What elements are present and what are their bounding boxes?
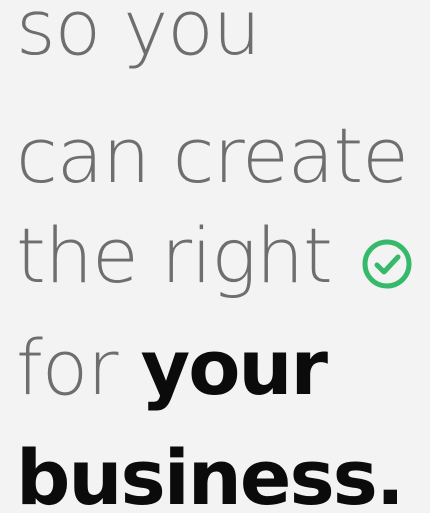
headline-line-2: can create [16, 111, 409, 200]
headline-prefix: for [16, 323, 141, 412]
headline-line-1: so you [16, 0, 261, 72]
headline-line-5: business. [16, 433, 405, 513]
check-circle-icon [362, 239, 412, 289]
marketing-hero: so you can create the right for your bus… [0, 0, 430, 513]
headline-emphasis: your [140, 323, 328, 412]
headline-line-4: for your [16, 330, 328, 406]
headline-line-3: the right [16, 211, 333, 300]
